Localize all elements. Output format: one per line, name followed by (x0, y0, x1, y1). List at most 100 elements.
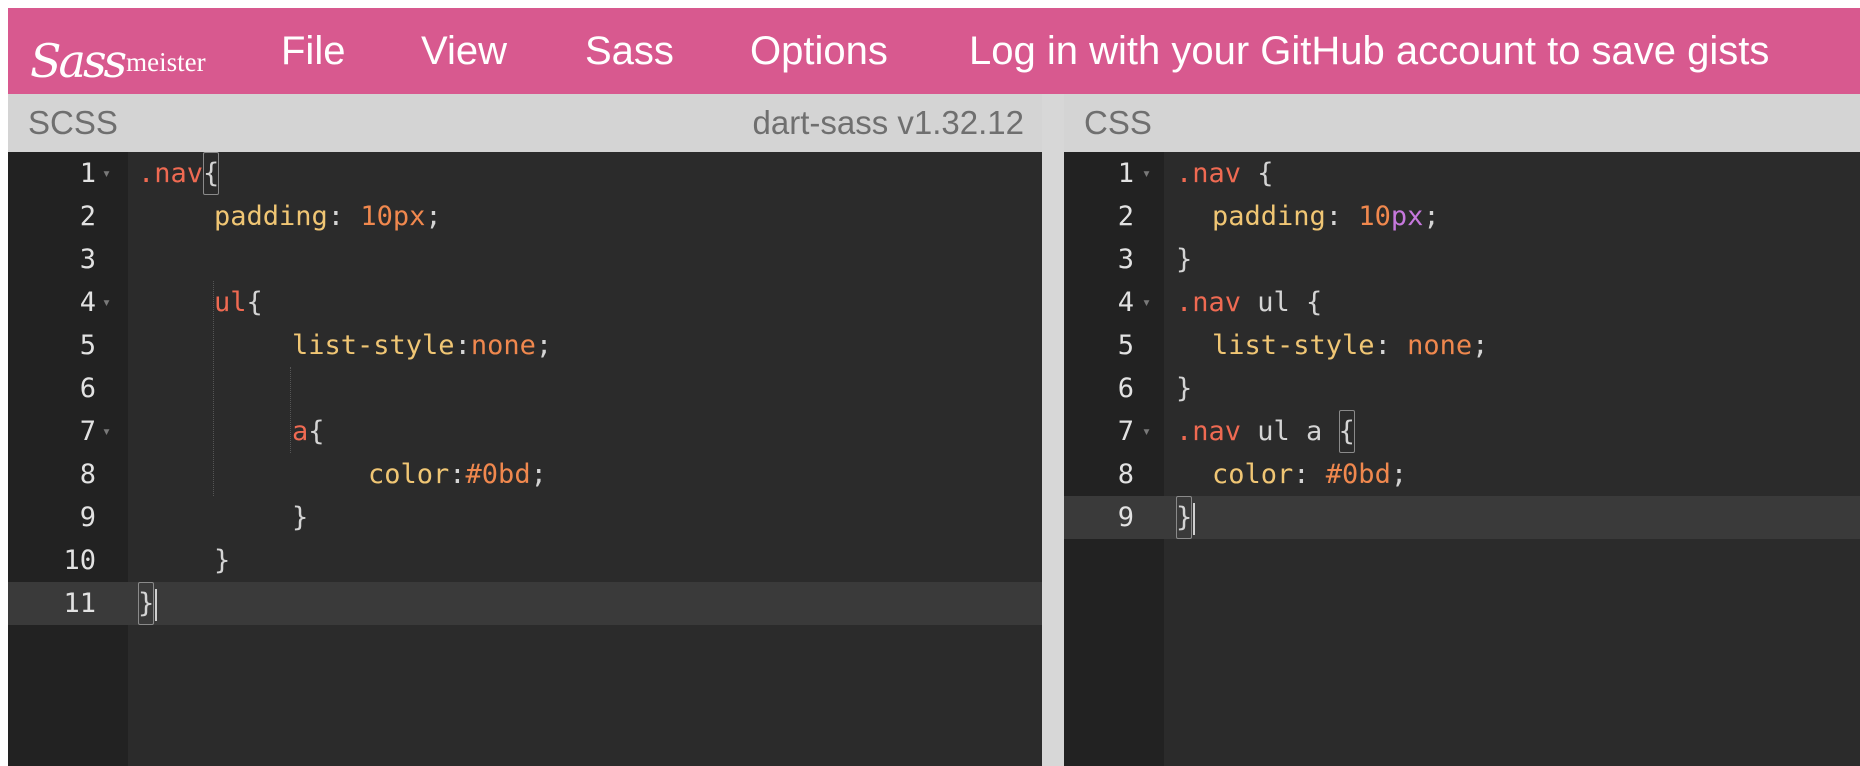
logo-wordmark: meister (126, 47, 206, 77)
chevron-down-icon[interactable]: ▾ (102, 281, 111, 324)
line-number: 8 (1117, 459, 1134, 490)
chevron-down-icon[interactable]: ▾ (1142, 152, 1151, 195)
selector-rest-token: ul a (1241, 416, 1339, 447)
logo-script-text: Sass (30, 34, 127, 88)
menu-sass[interactable]: Sass (585, 29, 674, 74)
line-number: 8 (79, 459, 96, 490)
login-link-wrap: Log in with your GitHub account to save … (969, 8, 1769, 94)
chevron-down-icon[interactable]: ▾ (102, 410, 111, 453)
menu-options-wrap: Options (750, 8, 888, 94)
line-number: 6 (79, 373, 96, 404)
code-line: 1 ▾ .nav { (1064, 152, 1860, 195)
line-number: 1 (79, 158, 96, 189)
brace-token: } (1176, 244, 1193, 275)
code-text: } (1176, 238, 1192, 281)
code-text: .nav ul { (1176, 281, 1322, 324)
brace-token: { (308, 416, 325, 447)
colon-token: : (454, 330, 471, 361)
code-text: .nav { (1176, 152, 1274, 195)
selector-token: .nav (1176, 287, 1242, 318)
menu-file[interactable]: File (281, 29, 345, 74)
menu-view-wrap: View (421, 8, 507, 94)
sass-version-label[interactable]: dart-sass v1.32.12 (753, 104, 1024, 142)
brace-token: } (292, 502, 309, 533)
code-line: 7 ▾ .nav ul a { (1064, 410, 1860, 453)
code-text: } (1176, 367, 1192, 410)
number-token: 10 (360, 201, 393, 232)
value-token: #0bd (465, 459, 531, 490)
code-line: 10 } (8, 539, 1042, 582)
code-line: 3 (8, 238, 1042, 281)
property-token: padding (214, 201, 328, 232)
scss-pane-title: SCSS (28, 104, 118, 141)
line-number: 6 (1117, 373, 1134, 404)
matched-brace: } (1176, 496, 1193, 539)
line-number: 10 (63, 545, 96, 576)
matched-brace: { (203, 152, 220, 195)
selector-token: .nav (1176, 416, 1242, 447)
code-text: .nav{ (138, 152, 220, 195)
text-cursor (155, 588, 158, 621)
colon-token: : (1325, 201, 1359, 232)
line-number: 4 (79, 287, 96, 318)
line-number: 11 (63, 588, 96, 619)
chevron-down-icon[interactable]: ▾ (1142, 410, 1151, 453)
colon-token: : (449, 459, 466, 490)
active-code-line: 11 } (8, 582, 1042, 625)
semicolon-token: ; (1423, 201, 1440, 232)
value-token: #0bd (1325, 459, 1391, 490)
pane-splitter[interactable] (1042, 94, 1064, 766)
line-number: 9 (79, 502, 96, 533)
semicolon-token: ; (1472, 330, 1489, 361)
code-text: color:#0bd; (368, 453, 547, 496)
code-text: list-style:none; (292, 324, 552, 367)
code-text: padding: 10px; (1212, 195, 1440, 238)
line-number: 1 (1117, 158, 1134, 189)
property-token: list-style (292, 330, 455, 361)
code-line: 4 ▾ ul{ (8, 281, 1042, 324)
brace-token: { (1241, 158, 1274, 189)
code-line: 2 padding: 10px; (8, 195, 1042, 238)
css-output-editor[interactable]: 1 ▾ .nav { 2 padding: 10px; 3 } 4 ▾ .nav… (1064, 152, 1860, 766)
colon-token: : (1293, 459, 1326, 490)
selector-token: ul (214, 287, 247, 318)
code-text: color: #0bd; (1212, 453, 1407, 496)
code-text: } (138, 582, 158, 625)
scss-editor[interactable]: 1 ▾ .nav{ 2 padding: 10px; 3 4 ▾ ul{ 5 l… (8, 152, 1042, 766)
property-token: color (1212, 459, 1294, 490)
code-text: } (1176, 496, 1196, 539)
line-number: 7 (1117, 416, 1134, 447)
code-line: 9 } (8, 496, 1042, 539)
code-line: 1 ▾ .nav{ (8, 152, 1042, 195)
line-number: 7 (79, 416, 96, 447)
property-token: list-style (1212, 330, 1375, 361)
line-number: 2 (1117, 201, 1134, 232)
line-number: 3 (79, 244, 96, 275)
brace-token: { (246, 287, 263, 318)
selector-token: .nav (138, 158, 204, 189)
code-text: a{ (292, 410, 325, 453)
code-line: 4 ▾ .nav ul { (1064, 281, 1860, 324)
semicolon-token: ; (1390, 459, 1408, 490)
menu-options[interactable]: Options (750, 29, 888, 74)
property-token: color (368, 459, 450, 490)
menu-file-wrap: File (281, 8, 345, 94)
semicolon-token: ; (425, 201, 442, 232)
code-text: } (214, 539, 230, 582)
code-text: padding: 10px; (214, 195, 442, 238)
code-line: 6 (8, 367, 1042, 410)
line-number: 9 (1117, 502, 1134, 533)
selector-token: .nav (1176, 158, 1242, 189)
property-token: padding (1212, 201, 1326, 232)
code-text: } (292, 496, 308, 539)
code-line: 6 } (1064, 367, 1860, 410)
css-pane-header: CSS (1064, 94, 1860, 152)
code-line: 7 ▾ a{ (8, 410, 1042, 453)
matched-brace: } (138, 582, 155, 625)
chevron-down-icon[interactable]: ▾ (102, 152, 111, 195)
code-text: ul{ (214, 281, 263, 324)
sassmeister-logo[interactable]: Sass meister (30, 24, 206, 84)
chevron-down-icon[interactable]: ▾ (1142, 281, 1151, 324)
github-login-link[interactable]: Log in with your GitHub account to save … (969, 29, 1769, 74)
menu-view[interactable]: View (421, 29, 507, 74)
